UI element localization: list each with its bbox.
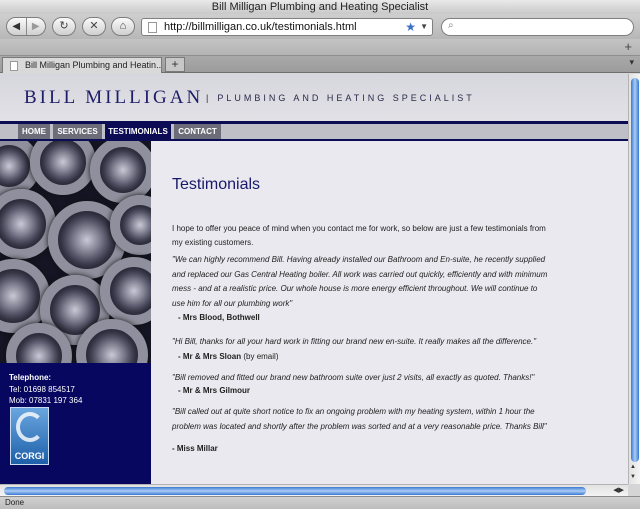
author-name: - Miss Millar <box>172 444 218 453</box>
testimonial-author: - Mr & Mrs Sloan (by email) <box>178 352 278 361</box>
testimonial-quote: "Hi Bill, thanks for all your hard work … <box>172 337 537 346</box>
nav-testimonials[interactable]: TESTIMONIALS <box>105 124 171 139</box>
site-header: BILL MILLIGAN | PLUMBING AND HEATING SPEC… <box>0 74 628 121</box>
back-arrow-icon[interactable]: ◀ <box>7 18 26 35</box>
back-forward-group: ◀ ▶ <box>6 17 46 36</box>
forward-arrow-icon[interactable]: ▶ <box>25 18 46 35</box>
status-bar: Done <box>0 496 640 509</box>
scroll-right-icon[interactable]: ▶ <box>619 487 624 494</box>
author-name: - Mr & Mrs Sloan <box>178 352 242 361</box>
nav-home[interactable]: HOME <box>18 124 50 139</box>
author-note: (by email) <box>243 352 279 361</box>
page-icon <box>148 22 157 33</box>
corgi-logo: CORGI <box>10 407 49 465</box>
author-name: - Mr & Mrs Gilmour <box>178 386 251 395</box>
testimonial-quote: "Bill called out at quite short notice t… <box>172 407 547 431</box>
scroll-up-icon[interactable]: ▲ <box>630 464 636 470</box>
window-title: Bill Milligan Plumbing and Heating Speci… <box>0 0 640 14</box>
search-icon: ⌕ <box>448 20 454 31</box>
bookmarks-bar: + <box>0 39 640 56</box>
new-tab-button[interactable]: + <box>165 57 185 72</box>
vertical-scrollbar[interactable]: ▲ ▼ <box>628 74 640 484</box>
main-content: Testimonials I hope to offer you peace o… <box>151 141 628 484</box>
tagline-separator: | <box>206 93 212 103</box>
status-text: Done <box>5 498 25 507</box>
pipes-photo <box>0 141 151 363</box>
horizontal-scroll-arrows[interactable]: ◀▶ <box>613 485 624 496</box>
horizontal-scrollbar[interactable]: ◀▶ <box>0 484 628 496</box>
corgi-label: CORGI <box>14 451 45 461</box>
address-url[interactable]: http://billmilligan.co.uk/testimonials.h… <box>164 19 357 35</box>
testimonial-author: - Miss Millar <box>172 444 218 453</box>
tagline-text: PLUMBING AND HEATING SPECIALIST <box>217 93 475 103</box>
telephone-label: Telephone: <box>9 373 52 382</box>
tel-number: Tel: 01698 854517 <box>9 384 75 394</box>
page-icon <box>10 61 18 71</box>
site-logo[interactable]: BILL MILLIGAN <box>24 87 203 109</box>
nav-services[interactable]: SERVICES <box>53 124 102 139</box>
author-name: - Mrs Blood, Bothwell <box>178 313 260 322</box>
search-input[interactable]: ⌕ <box>441 18 634 36</box>
mob-number: Mob: 07831 197 364 <box>9 396 83 405</box>
tab-menu-icon[interactable]: ▾ <box>629 57 634 68</box>
vertical-scroll-thumb[interactable] <box>631 78 639 462</box>
nav-contact[interactable]: CONTACT <box>174 124 221 139</box>
home-icon[interactable]: ⌂ <box>111 17 135 36</box>
page-viewport: BILL MILLIGAN | PLUMBING AND HEATING SPEC… <box>0 74 628 484</box>
address-bar[interactable]: http://billmilligan.co.uk/testimonials.h… <box>141 18 433 36</box>
testimonial-author: - Mr & Mrs Gilmour <box>178 386 250 395</box>
url-dropdown-icon[interactable]: ▼ <box>420 19 428 35</box>
bookmark-star-icon[interactable]: ★ <box>405 19 416 35</box>
browser-toolbar: ◀ ▶ ↻ ✕ ⌂ http://billmilligan.co.uk/test… <box>0 14 640 39</box>
sidebar: Telephone: Tel: 01698 854517 Mob: 07831 … <box>0 141 151 484</box>
intro-text: I hope to offer you peace of mind when y… <box>172 224 546 247</box>
tab-bar: Bill Milligan Plumbing and Heatin... + ▾ <box>0 56 640 73</box>
tab-label: Bill Milligan Plumbing and Heatin... <box>25 60 162 70</box>
testimonial-quote: "We can highly recommend Bill. Having al… <box>172 255 548 308</box>
scroll-corner <box>628 484 640 496</box>
add-bookmark-icon[interactable]: + <box>624 39 632 55</box>
contact-details: Telephone: Tel: 01698 854517 Mob: 07831 … <box>9 372 82 407</box>
reload-icon[interactable]: ↻ <box>52 17 76 36</box>
corgi-mark-icon <box>16 412 44 442</box>
testimonial-quote: "Bill removed and fitted our brand new b… <box>172 373 535 382</box>
site-tagline: | PLUMBING AND HEATING SPECIALIST <box>206 93 475 103</box>
testimonial-author: - Mrs Blood, Bothwell <box>178 313 260 322</box>
stop-icon[interactable]: ✕ <box>82 17 106 36</box>
horizontal-scroll-thumb[interactable] <box>4 487 586 495</box>
tab-active[interactable]: Bill Milligan Plumbing and Heatin... <box>2 57 162 73</box>
scroll-down-icon[interactable]: ▼ <box>630 474 636 480</box>
site-nav: HOME SERVICES TESTIMONIALS CONTACT <box>0 121 628 141</box>
page-title: Testimonials <box>172 176 261 193</box>
